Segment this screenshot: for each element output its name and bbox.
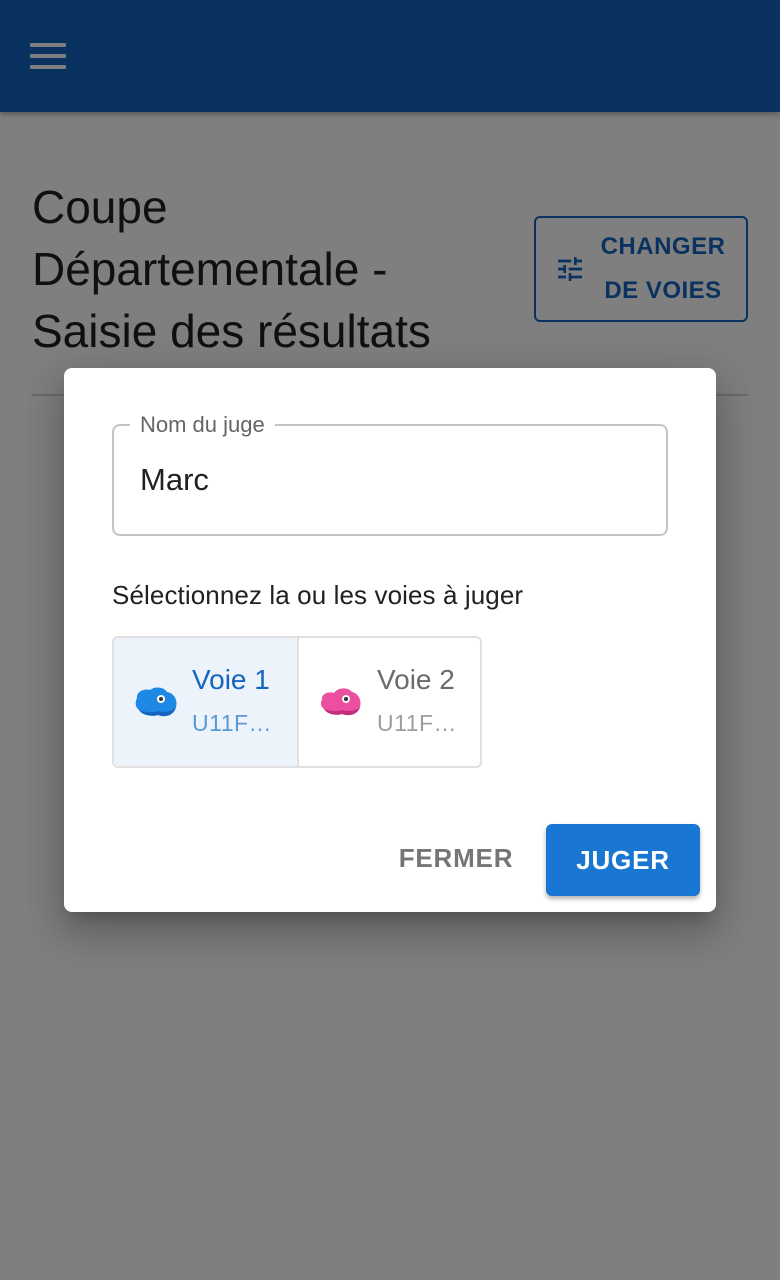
route-name: Voie 2 bbox=[377, 664, 455, 695]
route-toggle-group: Voie 1 U11F… Voie 2 U11F … bbox=[112, 636, 482, 768]
judge-button[interactable]: JUGER bbox=[546, 824, 700, 896]
route-category: U11F … bbox=[377, 710, 463, 736]
route-name: Voie 1 bbox=[192, 664, 270, 695]
route-option-2[interactable]: Voie 2 U11F … bbox=[297, 638, 480, 766]
close-button[interactable]: FERMER bbox=[386, 828, 526, 888]
route-option-1[interactable]: Voie 1 U11F… bbox=[114, 638, 297, 766]
route-category: U11F… bbox=[192, 710, 273, 736]
route-selection-prompt: Sélectionnez la ou les voies à juger bbox=[112, 580, 524, 610]
judge-name-field[interactable]: Nom du juge bbox=[112, 411, 668, 536]
judge-name-label: Nom du juge bbox=[130, 411, 275, 439]
judge-dialog: Nom du juge Sélectionnez la ou les voies… bbox=[64, 368, 716, 912]
climbing-hold-icon bbox=[135, 687, 177, 717]
climbing-hold-icon bbox=[320, 688, 361, 716]
judge-name-input[interactable] bbox=[140, 456, 640, 504]
